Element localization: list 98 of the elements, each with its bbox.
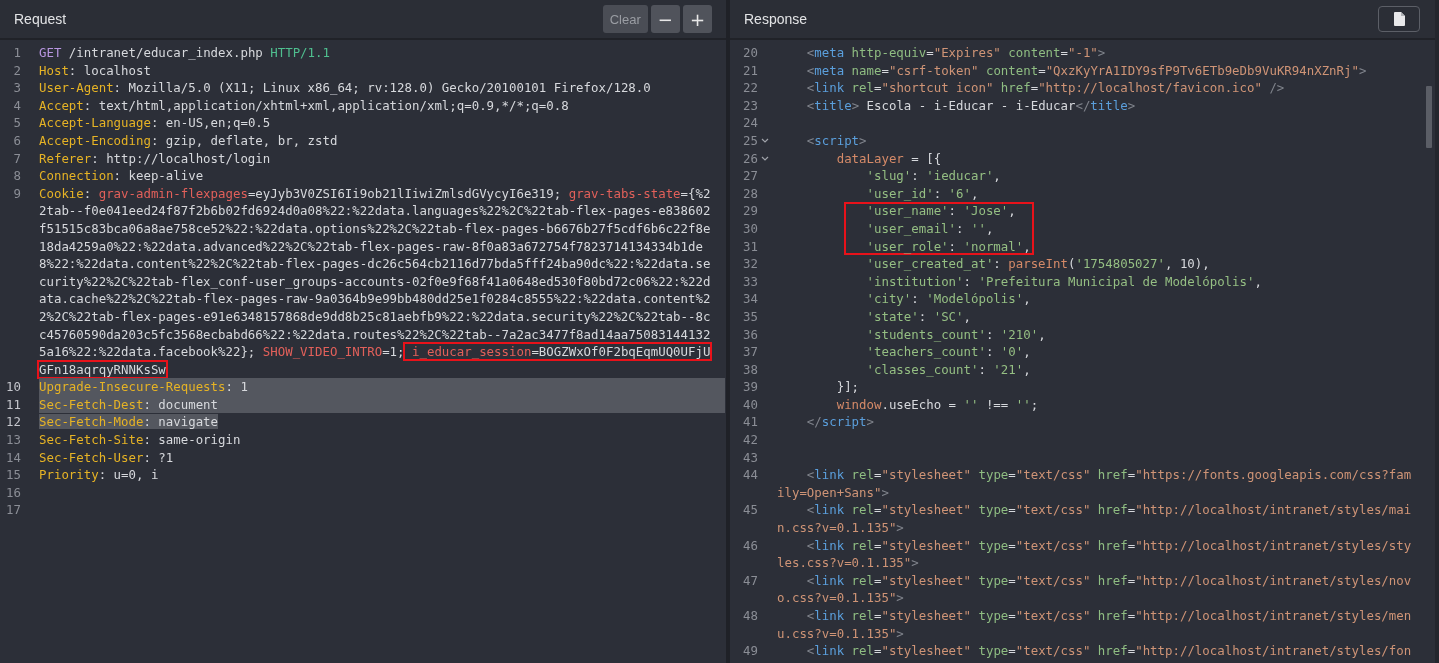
highlighted-text: i_educar_session=BOGZWxOf0F2bqEqmUQ0UFjU — [404, 344, 711, 360]
code-line: 'state': 'SC', — [865, 308, 971, 324]
file-icon — [1393, 12, 1405, 26]
line-number: 5 — [12, 114, 21, 132]
code-line: <meta name="csrf-token" content="QxzKyYrA1IDY9sfP9Tv6ETb9eDb9VuKR94nXZnRj"> — [805, 62, 1367, 78]
code-line: 'user_id': '6', — [865, 185, 979, 201]
line-number: 39 — [742, 378, 758, 396]
code-line: Connection: keep-alive — [39, 168, 204, 184]
line-number: 33 — [742, 272, 758, 291]
panel-title: Request — [14, 11, 67, 27]
line-number: 9 — [12, 184, 21, 203]
chevron-down-icon[interactable] — [761, 155, 769, 161]
line-number: 16 — [5, 483, 21, 502]
line-number: 35 — [742, 307, 758, 326]
code-line: 'institution': 'Prefeitura Municipal de Modelópolis', — [865, 273, 1262, 289]
line-number: 34 — [742, 290, 758, 308]
code-line: 5a16%22:%22data.facebook%22}; SHOW_VIDEO_INTRO=1; — [39, 344, 405, 360]
code-line: <link rel="stylesheet" type="text/css" href="http://localhost/intranet/styles/styles.css?v=0.1.135"> — [777, 537, 1412, 571]
code-line: Accept: text/html,application/xhtml+xml,application/xml;q=0.9,*/*;q=0.8 — [39, 97, 569, 113]
code-line: <link rel="stylesheet" type="text/css" href="http://localhost/intranet/styles/main.css?v=0.1.135"> — [777, 502, 1412, 536]
panel-title: Response — [744, 11, 808, 27]
line-number: 11 — [5, 395, 21, 414]
line-number: 21 — [742, 61, 758, 80]
code-line: 'teachers_count': '0', — [865, 344, 1031, 360]
line-number: 12 — [5, 413, 21, 432]
code-line: <script> — [805, 132, 867, 148]
code-line: <link rel="stylesheet" type="text/css" href="http://localhost/intranet/styles/novo.css?v=0.1.135"> — [777, 572, 1412, 606]
line-number: 27 — [742, 167, 758, 185]
code-line: Sec-Fetch-Site: same-origin — [39, 432, 241, 448]
line-number: 20 — [742, 44, 758, 62]
line-number: 8 — [12, 167, 21, 185]
line-number: 48 — [742, 607, 758, 625]
line-number: 31 — [742, 237, 758, 256]
line-number: 45 — [742, 501, 758, 520]
code-line: 'city': 'Modelópolis', — [865, 291, 1031, 307]
line-number: 3 — [12, 79, 21, 97]
code-line: Priority: u=0, i — [39, 467, 159, 483]
code-line: Accept-Encoding: gzip, deflate, br, zstd — [39, 132, 338, 148]
code-line: <meta http-equiv="Expires" content="-1"> — [805, 45, 1106, 60]
line-number: 15 — [5, 466, 21, 484]
line-number: 40 — [742, 395, 758, 414]
line-number: 23 — [742, 96, 758, 115]
code-line: <title> Escola - i-Educar - i-Educar</title> — [805, 97, 1136, 113]
line-number: 4 — [12, 96, 21, 115]
code-line: 'slug': 'ieducar', — [865, 168, 1001, 184]
highlighted-code: 'user_role': 'normal', — [844, 237, 1035, 256]
zoom-out-button[interactable]: − — [650, 5, 680, 33]
line-number: 43 — [742, 448, 758, 467]
code-line: <link rel="stylesheet" type="text/css" href="http://localhost/intranet/styles/fon — [805, 643, 1412, 659]
line-number: 38 — [742, 360, 758, 379]
line-number: 24 — [742, 114, 758, 132]
code-line: <link rel="shortcut icon" href="http://localhost/favicon.ico" /> — [805, 80, 1285, 96]
highlighted-code: 'user_name': 'Jose', — [844, 202, 1035, 220]
line-number: 2 — [12, 61, 21, 80]
line-number: 29 — [742, 202, 758, 220]
code-line: Referer: http://localhost/login — [39, 150, 271, 166]
line-number: 26 — [742, 149, 758, 168]
code-line: 'classes_count': '21', — [865, 361, 1031, 377]
code-line: <link rel="stylesheet" type="text/css" href="http://localhost/intranet/styles/menu.css?v=0.1.135"> — [777, 608, 1412, 641]
highlighted-code: 'user_email': '', — [844, 219, 1035, 238]
code-line: Host: localhost — [39, 62, 151, 78]
line-number: 14 — [5, 448, 21, 467]
line-number: 41 — [742, 413, 758, 432]
chevron-down-icon[interactable] — [761, 138, 769, 144]
code-line: User-Agent: Mozilla/5.0 (X11; Linux x86_64; rv:128.0) Gecko/20100101 Firefox/128.0 — [39, 80, 651, 96]
code-line: Sec-Fetch-User: ?1 — [39, 449, 174, 465]
code-line: Accept-Language: en-US,en;q=0.5 — [39, 115, 271, 131]
line-number: 47 — [742, 571, 758, 590]
code-line: 'user_created_at': parseInt('1754805027', 10), — [865, 256, 1210, 272]
line-number: 36 — [742, 325, 758, 344]
zoom-in-button[interactable]: + — [682, 5, 712, 33]
line-number: 6 — [12, 131, 21, 150]
code-line: 'students_count': '210', — [865, 326, 1046, 342]
line-number: 46 — [742, 536, 758, 555]
code-line: GET /intranet/educar_index.php HTTP/1.1 — [39, 45, 330, 60]
line-number: 22 — [742, 79, 758, 97]
line-number: 49 — [742, 642, 758, 660]
file-button[interactable] — [1378, 6, 1420, 32]
code-line: }]; — [835, 379, 860, 395]
line-number: 44 — [742, 466, 758, 485]
code-line: dataLayer = [{ — [835, 150, 942, 166]
line-number: 7 — [12, 149, 21, 168]
code-line: Cookie: grav-admin-flexpages=eyJyb3V0ZSI6Ii9ob21lIiwiZmlsdGVycyI6e319; grav-tabs-state={%22tab--f0e041eed24f87f2b6b02fd6924d0a08%22:%22data.languages%22%2C%22tab-flex-pages-e838602f51515c83bca06a8ae758ce52%22:%22data.options%22%2C%22tab-flex-pages-b6676b27f5cdf6b6c22f8e18da4259a0%22:%22data.advanced%22%2C%22tab-flex-pages-raw-8f0a83a672754f7823714134334b1de8%22:%22data.content%22%2C%22tab-flex-pages-dc26c564cb2116d77bda5fff24ba90dc%22:%22data.security%22%2C%22tab-flex_conf-user_groups-accounts-02f0e9f68f41a0648ed530f80bd72c06%22:%22data.cache%22%2C%22tab-flex-pages-raw-9a0364b9e99bb480dd25e1f0284c8555%22:%22data.content%22%2C%22tab-flex-pages-e91e6348157868de9dd8b25c81aebfb9%22:%22data.security%22%2C%22tab--8cc45760590da203c5fc3568ecbabd66%22:%22data.routes%22%2C%22tab--7a2ac3477f8ad14aa75083144132 — [39, 185, 711, 342]
line-number: 10 — [5, 378, 21, 396]
line-number: 42 — [742, 431, 758, 449]
line-number: 25 — [742, 131, 758, 150]
line-number: 30 — [742, 219, 758, 238]
code-line: </script> — [805, 414, 874, 430]
highlighted-text: GFn18aqrqyRNNKsSw — [39, 361, 166, 377]
line-number: 28 — [742, 184, 758, 203]
line-number: 1 — [12, 44, 21, 62]
line-number: 32 — [742, 255, 758, 273]
code-line: <link rel="stylesheet" type="text/css" href="https://fonts.googleapis.com/css?family=Open+Sans"> — [777, 467, 1412, 500]
line-number: 13 — [5, 431, 21, 449]
scrollbar-thumb[interactable] — [1426, 86, 1432, 148]
line-number: 37 — [742, 343, 758, 361]
code-line: window.useEcho = '' !== ''; — [835, 396, 1039, 412]
line-number: 17 — [5, 501, 21, 520]
